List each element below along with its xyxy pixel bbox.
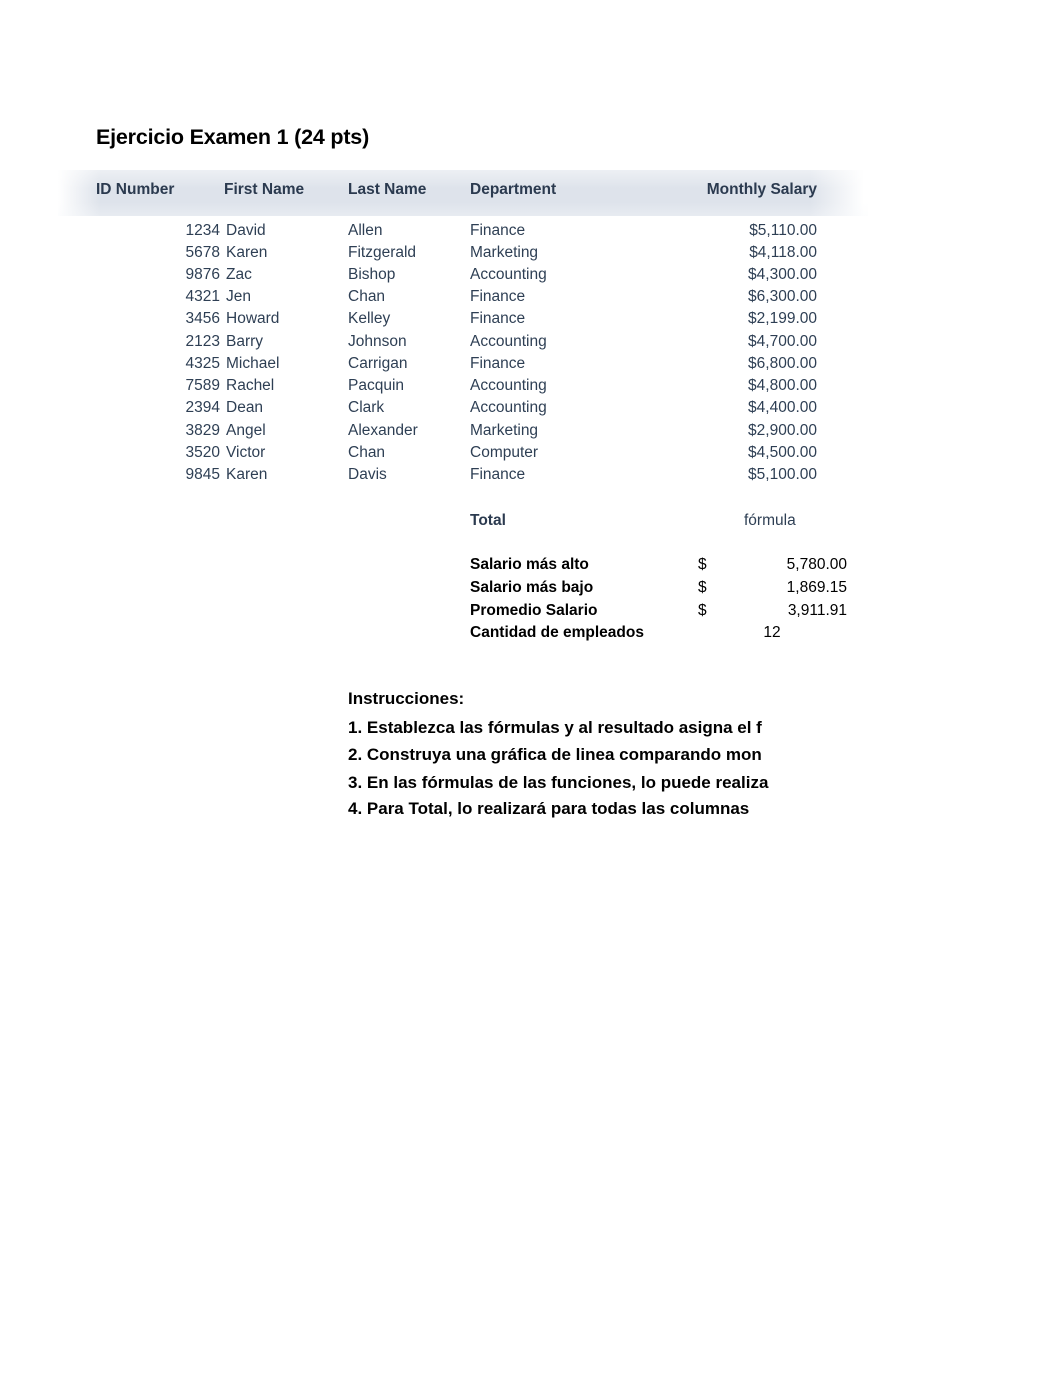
table-row: 2394 Dean Clark Accounting $4,400.00 [0,399,1062,421]
summary-average-label: Promedio Salario [470,602,598,619]
cell-monthly-salary: $4,800.00 [748,377,817,394]
cell-last-name: Kelley [348,310,391,327]
summary-total-value: fórmula [744,512,796,529]
instruction-item-1: 1. Establezca las fórmulas y al resultad… [348,718,762,737]
cell-id-number: 3829 [185,422,220,439]
cell-id-number: 9876 [185,266,220,283]
cell-department: Finance [470,466,526,483]
summary-total-label: Total [470,512,506,529]
cell-first-name: Zac [226,266,252,283]
cell-first-name: Angel [226,422,266,439]
cell-first-name: Michael [226,355,280,372]
cell-first-name: Howard [226,310,280,327]
cell-id-number: 9845 [185,466,220,483]
instruction-item-3: 3. En las fórmulas de las funciones, lo … [348,773,769,792]
instructions-heading: Instrucciones: [348,689,465,708]
cell-monthly-salary: $6,800.00 [748,355,817,372]
cell-department: Finance [470,310,526,327]
table-row: 3520 Victor Chan Computer $4,500.00 [0,444,1062,466]
cell-last-name: Johnson [348,333,407,350]
cell-last-name: Alexander [348,422,418,439]
summary-highest-value: 5,780.00 [786,556,847,573]
cell-first-name: Victor [226,444,266,461]
cell-department: Accounting [470,333,547,350]
column-header-id-number: ID Number [96,181,175,198]
cell-monthly-salary: $4,400.00 [748,399,817,416]
cell-id-number: 1234 [185,222,220,239]
table-row: 5678 Karen Fitzgerald Marketing $4,118.00 [0,244,1062,266]
table-row: 7589 Rachel Pacquin Accounting $4,800.00 [0,377,1062,399]
cell-last-name: Carrigan [348,355,408,372]
cell-department: Accounting [470,399,547,416]
cell-monthly-salary: $2,199.00 [748,310,817,327]
cell-last-name: Chan [348,444,386,461]
table-row: 4321 Jen Chan Finance $6,300.00 [0,288,1062,310]
cell-last-name: Fitzgerald [348,244,417,261]
cell-first-name: Karen [226,466,268,483]
cell-first-name: Karen [226,244,268,261]
cell-last-name: Allen [348,222,383,239]
cell-id-number: 7589 [185,377,220,394]
table-row: 9845 Karen Davis Finance $5,100.00 [0,466,1062,488]
column-header-first-name: First Name [224,181,305,198]
cell-department: Marketing [470,422,539,439]
cell-department: Computer [470,444,539,461]
summary-average-value: 3,911.91 [787,602,847,619]
cell-last-name: Bishop [348,266,396,283]
cell-id-number: 3520 [185,444,220,461]
cell-first-name: David [226,222,266,239]
cell-monthly-salary: $4,118.00 [749,244,817,261]
cell-department: Finance [470,288,526,305]
cell-monthly-salary: $6,300.00 [748,288,817,305]
table-row: 3456 Howard Kelley Finance $2,199.00 [0,310,1062,332]
cell-id-number: 3456 [185,310,220,327]
summary-count-label: Cantidad de empleados [470,624,644,641]
cell-id-number: 4325 [185,355,220,372]
summary-highest-label: Salario más alto [470,556,589,573]
cell-monthly-salary: $5,100.00 [748,466,817,483]
summary-lowest-label: Salario más bajo [470,579,594,596]
cell-last-name: Clark [348,399,385,416]
column-header-monthly-salary: Monthly Salary [706,181,817,198]
table-row: 3829 Angel Alexander Marketing $2,900.00 [0,422,1062,444]
cell-monthly-salary: $4,700.00 [748,333,817,350]
page-title: Ejercicio Examen 1 (24 pts) [96,125,370,149]
cell-first-name: Rachel [226,377,275,394]
cell-first-name: Dean [226,399,264,416]
cell-id-number: 4321 [185,288,220,305]
cell-last-name: Davis [348,466,387,483]
cell-last-name: Chan [348,288,386,305]
cell-department: Marketing [470,244,539,261]
cell-monthly-salary: $4,300.00 [748,266,817,283]
cell-id-number: 5678 [185,244,220,261]
table-row: 2123 Barry Johnson Accounting $4,700.00 [0,333,1062,355]
table-row: 9876 Zac Bishop Accounting $4,300.00 [0,266,1062,288]
cell-department: Accounting [470,377,547,394]
cell-id-number: 2394 [185,399,220,416]
column-header-department: Department [470,181,557,198]
cell-monthly-salary: $4,500.00 [748,444,817,461]
instruction-item-2: 2. Construya una gráfica de linea compar… [348,745,762,764]
column-header-last-name: Last Name [348,181,427,198]
cell-id-number: 2123 [185,333,220,350]
summary-count-value: 12 [763,624,781,641]
document-page: Ejercicio Examen 1 (24 pts) ID Number Fi… [0,0,1062,1377]
summary-lowest-value: 1,869.15 [786,579,847,596]
table-row: 1234 David Allen Finance $5,110.00 [0,222,1062,244]
cell-first-name: Barry [226,333,264,350]
cell-first-name: Jen [226,288,251,305]
cell-last-name: Pacquin [348,377,405,394]
cell-monthly-salary: $5,110.00 [749,222,817,239]
instruction-item-4: 4. Para Total, lo realizará para todas l… [348,799,750,818]
cell-department: Accounting [470,266,547,283]
cell-department: Finance [470,355,526,372]
cell-department: Finance [470,222,526,239]
table-row: 4325 Michael Carrigan Finance $6,800.00 [0,355,1062,377]
cell-monthly-salary: $2,900.00 [748,422,817,439]
